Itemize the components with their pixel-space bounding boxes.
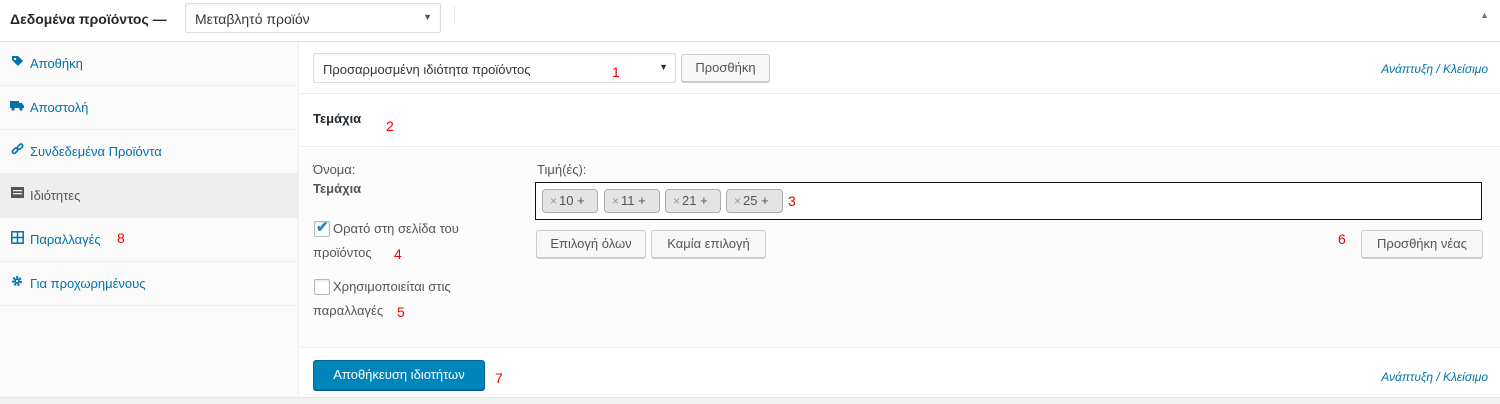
attributes-panel: Προσαρμοσμένη ιδιότητα προϊόντος ▼ 1 Προ…	[300, 42, 1500, 397]
used-for-variations-checkbox[interactable]	[314, 279, 330, 295]
product-data-tabs: Αποθήκη Αποστολή Συνδεδεμένα Προϊόντα Ιδ…	[0, 42, 299, 397]
annotation-number: 7	[495, 370, 503, 386]
product-data-header: Δεδομένα προϊόντος — Μεταβλητό προϊόν ▼ …	[0, 0, 1500, 42]
value-chip[interactable]: × 10 +	[542, 189, 598, 213]
attribute-header[interactable]: Τεμάχια 2	[300, 95, 1500, 147]
visible-on-product-label: Ορατό στη σελίδα του	[333, 221, 459, 236]
chevron-down-icon: ▼	[659, 62, 668, 72]
sidebar-item-inventory[interactable]: Αποθήκη	[0, 42, 299, 86]
sidebar-item-label: Για προχωρημένους	[30, 276, 146, 291]
attribute-name-value: Τεμάχια	[313, 181, 362, 196]
remove-icon[interactable]: ×	[612, 194, 619, 208]
triangle-up-icon[interactable]: ▲	[1480, 10, 1489, 20]
sidebar-item-label: Συνδεδεμένα Προϊόντα	[30, 144, 162, 159]
header-divider	[454, 6, 455, 24]
annotation-number: 8	[117, 230, 125, 246]
annotation-number: 4	[394, 246, 402, 262]
attribute-name-label: Όνομα:	[313, 162, 356, 177]
save-attributes-button[interactable]: Αποθήκευση ιδιοτήτων	[313, 360, 485, 390]
select-all-button[interactable]: Επιλογή όλων	[536, 230, 646, 258]
attribute-body: Όνομα: Τεμάχια ✔ Ορατό στη σελίδα του πρ…	[300, 148, 1500, 348]
value-chip[interactable]: × 21 +	[665, 189, 721, 213]
check-icon: ✔	[316, 219, 329, 236]
sidebar-item-shipping[interactable]: Αποστολή	[0, 86, 299, 130]
used-for-variations-label-cont: παραλλαγές	[313, 303, 384, 318]
sidebar-item-advanced[interactable]: Για προχωρημένους	[0, 262, 299, 306]
chevron-down-icon: ▼	[423, 12, 432, 22]
sidebar-item-attributes[interactable]: Ιδιότητες	[0, 174, 299, 218]
annotation-number: 2	[386, 118, 394, 134]
list-icon	[10, 187, 24, 201]
used-for-variations-label: Χρησιμοποιείται στις	[333, 279, 451, 294]
attribute-taxonomy-select[interactable]: Προσαρμοσμένη ιδιότητα προϊόντος ▼	[313, 53, 676, 83]
visible-on-product-checkbox[interactable]: ✔	[314, 219, 330, 237]
annotation-number: 5	[397, 304, 405, 320]
add-new-value-button[interactable]: Προσθήκη νέας	[1361, 230, 1483, 258]
annotation-number: 1	[612, 64, 620, 80]
grid-icon	[10, 231, 24, 245]
gear-icon	[10, 275, 24, 289]
annotation-number: 3	[788, 193, 796, 209]
sidebar-item-label: Αποθήκη	[30, 56, 83, 71]
attribute-values-input[interactable]: × 10 + × 11 + × 21 + × 25 + 3	[535, 182, 1482, 220]
value-chip[interactable]: × 11 +	[604, 189, 660, 213]
expand-close-link[interactable]: Ανάπτυξη / Κλείσιμο	[1381, 370, 1488, 384]
select-none-button[interactable]: Καμία επιλογή	[651, 230, 766, 258]
annotation-number: 6	[1338, 231, 1346, 247]
attribute-title: Τεμάχια	[313, 111, 362, 126]
sidebar-item-label: Ιδιότητες	[30, 188, 81, 203]
remove-icon[interactable]: ×	[673, 194, 680, 208]
value-chip[interactable]: × 25 +	[726, 189, 783, 213]
visible-on-product-label-cont: προϊόντος	[313, 245, 372, 260]
add-attribute-button[interactable]: Προσθήκη	[681, 54, 770, 82]
sidebar-item-label: Παραλλαγές	[30, 232, 101, 247]
truck-icon	[10, 99, 24, 113]
panel-bottom-border	[0, 397, 1500, 404]
attribute-values-label: Τιμή(ές):	[537, 162, 587, 177]
remove-icon[interactable]: ×	[550, 194, 557, 208]
sidebar-item-label: Αποστολή	[30, 100, 89, 115]
attributes-footer: Αποθήκευση ιδιοτήτων 7 Ανάπτυξη / Κλείσι…	[300, 348, 1500, 397]
expand-close-link[interactable]: Ανάπτυξη / Κλείσιμο	[1381, 62, 1488, 76]
sidebar-item-variations[interactable]: Παραλλαγές 8	[0, 218, 299, 262]
link-icon	[10, 143, 24, 157]
sidebar-item-linked-products[interactable]: Συνδεδεμένα Προϊόντα	[0, 130, 299, 174]
attribute-select-value: Προσαρμοσμένη ιδιότητα προϊόντος	[323, 62, 531, 77]
remove-icon[interactable]: ×	[734, 194, 741, 208]
product-type-value: Μεταβλητό προϊόν	[195, 11, 310, 27]
attributes-toolbar: Προσαρμοσμένη ιδιότητα προϊόντος ▼ 1 Προ…	[300, 42, 1500, 94]
tag-icon	[10, 55, 24, 69]
product-data-title: Δεδομένα προϊόντος —	[10, 11, 167, 27]
product-type-select[interactable]: Μεταβλητό προϊόν ▼	[185, 3, 441, 33]
